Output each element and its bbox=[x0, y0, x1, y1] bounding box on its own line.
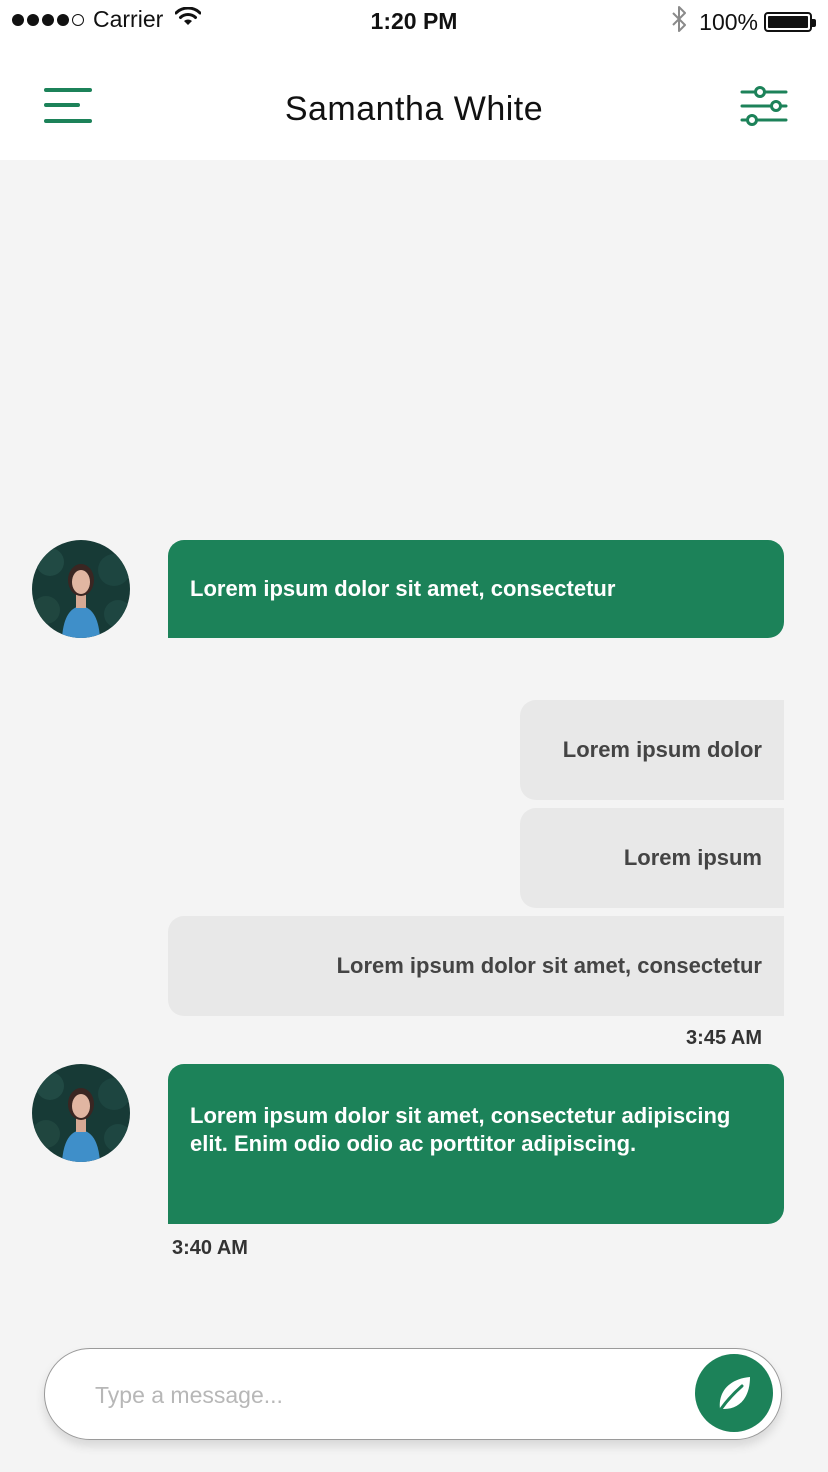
send-button[interactable] bbox=[695, 1354, 773, 1432]
incoming-message[interactable]: Lorem ipsum dolor sit amet, consectetur … bbox=[168, 1064, 784, 1224]
avatar[interactable] bbox=[32, 540, 130, 638]
message-text: Lorem ipsum dolor sit amet, consectetur bbox=[190, 576, 616, 601]
page-title: Samantha White bbox=[284, 90, 544, 128]
bluetooth-icon bbox=[671, 6, 687, 38]
battery-percent: 100% bbox=[699, 8, 758, 35]
battery-tip bbox=[812, 19, 816, 27]
outgoing-message[interactable]: Lorem ipsum bbox=[520, 808, 784, 908]
incoming-message[interactable]: Lorem ipsum dolor sit amet, consectetur bbox=[168, 540, 784, 638]
message-text: Lorem ipsum dolor bbox=[562, 737, 762, 762]
avatar-photo-icon bbox=[32, 1064, 130, 1162]
message-timestamp: 3:40 AM bbox=[172, 1237, 248, 1259]
message-text: Lorem ipsum dolor sit amet, consectetur bbox=[336, 953, 762, 978]
outgoing-message[interactable]: Lorem ipsum dolor bbox=[520, 700, 784, 800]
navigation-bar: Samantha White bbox=[0, 44, 828, 160]
outgoing-message[interactable]: Lorem ipsum dolor sit amet, consectetur bbox=[168, 916, 784, 1016]
message-timestamp: 3:45 AM bbox=[686, 1027, 762, 1049]
message-text: Lorem ipsum dolor sit amet, consectetur … bbox=[190, 1103, 731, 1156]
leaf-icon bbox=[719, 1377, 750, 1411]
avatar[interactable] bbox=[32, 1064, 130, 1162]
battery-icon bbox=[764, 12, 816, 32]
battery-fill bbox=[768, 16, 808, 28]
filter-button[interactable] bbox=[740, 86, 788, 126]
sliders-icon bbox=[740, 86, 788, 126]
status-right: 100% bbox=[671, 6, 816, 38]
message-text: Lorem ipsum bbox=[623, 845, 762, 870]
avatar-photo-icon bbox=[32, 540, 130, 638]
message-input[interactable] bbox=[95, 1371, 675, 1419]
message-composer bbox=[44, 1348, 782, 1440]
status-bar: Carrier 1:20 PM 100% bbox=[0, 0, 828, 44]
